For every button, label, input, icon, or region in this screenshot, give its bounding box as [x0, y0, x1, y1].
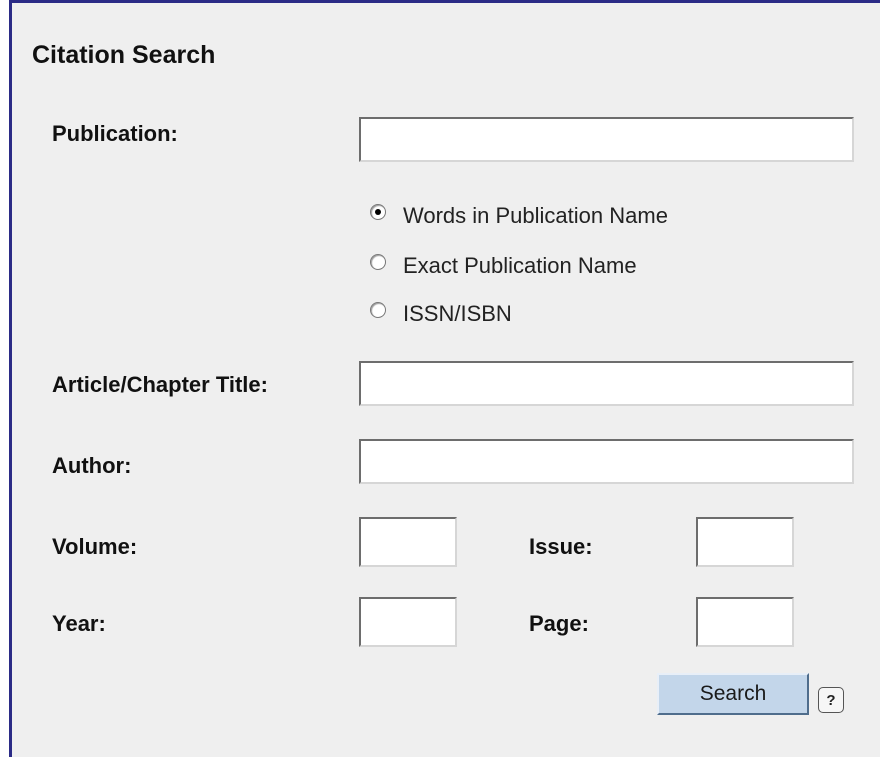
radio-issn-isbn[interactable]: ISSN/ISBN — [370, 301, 512, 327]
author-input[interactable] — [359, 439, 854, 484]
page-input[interactable] — [696, 597, 794, 647]
volume-input[interactable] — [359, 517, 457, 567]
publication-input[interactable] — [359, 117, 854, 162]
radio-button-icon[interactable] — [370, 254, 386, 270]
volume-label: Volume: — [52, 534, 138, 559]
radio-exact-publication-name[interactable]: Exact Publication Name — [370, 253, 637, 279]
issue-input[interactable] — [696, 517, 794, 567]
panel-title: Citation Search — [32, 41, 216, 69]
help-icon[interactable]: ? — [818, 687, 844, 713]
radio-label: ISSN/ISBN — [403, 301, 512, 326]
radio-label: Exact Publication Name — [403, 253, 637, 278]
year-label: Year: — [52, 611, 106, 636]
issue-label: Issue: — [529, 534, 593, 559]
search-button[interactable]: Search — [657, 673, 809, 715]
article-title-label: Article/Chapter Title: — [52, 372, 268, 397]
citation-search-panel: Citation Search Publication: Words in Pu… — [9, 0, 880, 757]
page-label: Page: — [529, 611, 589, 636]
year-input[interactable] — [359, 597, 457, 647]
article-title-input[interactable] — [359, 361, 854, 406]
publication-label: Publication: — [52, 121, 178, 146]
radio-label: Words in Publication Name — [403, 203, 668, 228]
radio-words-in-publication-name[interactable]: Words in Publication Name — [370, 203, 668, 229]
author-label: Author: — [52, 453, 132, 478]
radio-button-checked-icon[interactable] — [370, 204, 386, 220]
radio-button-icon[interactable] — [370, 302, 386, 318]
